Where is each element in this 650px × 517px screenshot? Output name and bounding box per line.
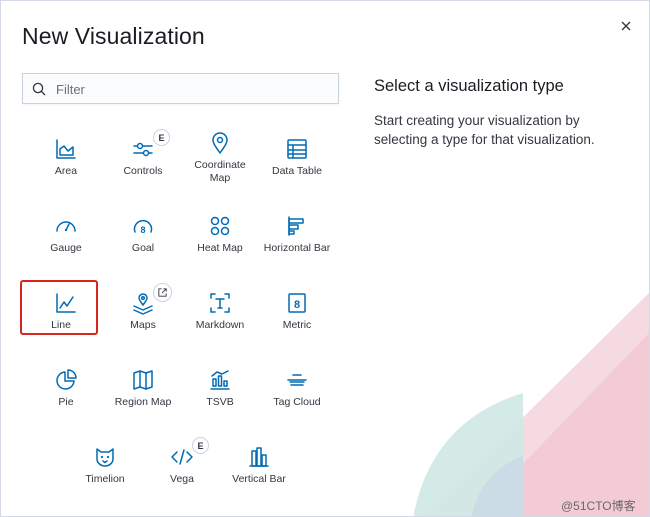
vis-type-gauge[interactable]: Gauge: [28, 208, 104, 274]
svg-text:8: 8: [140, 225, 145, 235]
svg-text:8: 8: [294, 299, 300, 311]
watermark: @51CTO博客: [561, 499, 636, 513]
controls-sliders-icon: [131, 137, 155, 161]
search-icon: [32, 82, 46, 96]
vertical-bar-icon: [247, 445, 271, 469]
area-chart-icon: [54, 137, 78, 161]
markdown-icon: [208, 291, 232, 315]
vis-type-heat-map[interactable]: Heat Map: [182, 208, 258, 274]
heat-map-icon: [208, 214, 232, 238]
vis-type-label: Tag Cloud: [273, 396, 321, 408]
maps-layers-icon: [131, 291, 155, 315]
vis-type-label: Metric: [282, 319, 312, 331]
vis-type-controls[interactable]: E Controls: [105, 129, 181, 197]
experimental-badge: E: [153, 129, 170, 146]
filter-search-field[interactable]: [22, 73, 339, 105]
vis-type-label: Horizontal Bar: [263, 242, 331, 254]
vis-type-label: Vertical Bar: [232, 473, 286, 485]
vis-type-timelion[interactable]: Timelion: [67, 439, 143, 505]
modal-title: New Visualization: [22, 23, 205, 49]
pie-chart-icon: [54, 368, 78, 392]
vis-type-vega[interactable]: E Vega: [144, 437, 220, 505]
vis-type-metric[interactable]: 8 Metric: [259, 285, 335, 351]
side-panel-description: Start creating your visualization by sel…: [374, 113, 595, 147]
close-icon: [621, 21, 631, 31]
vis-type-area[interactable]: Area: [28, 131, 104, 197]
vis-type-data-table[interactable]: Data Table: [259, 131, 335, 197]
table-icon: [285, 137, 309, 161]
vis-type-region-map[interactable]: Region Map: [105, 362, 181, 428]
metric-icon: 8: [285, 291, 309, 315]
gauge-icon: [54, 214, 78, 238]
map-marker-icon: [208, 131, 232, 155]
vis-type-vertical-bar[interactable]: Vertical Bar: [221, 439, 297, 505]
goal-icon: 8: [131, 214, 155, 238]
line-chart-icon: [54, 291, 78, 315]
horizontal-bar-icon: [285, 214, 309, 238]
vis-type-horizontal-bar[interactable]: Horizontal Bar: [259, 208, 335, 274]
vis-type-label: Data Table: [271, 165, 322, 177]
code-icon: [170, 445, 194, 469]
region-map-icon: [131, 368, 155, 392]
timelion-lion-icon: [93, 445, 117, 469]
tsvb-icon: [208, 368, 232, 392]
tag-cloud-icon: [285, 368, 309, 392]
vis-type-line-selected[interactable]: Line: [20, 280, 98, 335]
vis-type-markdown[interactable]: Markdown: [182, 285, 258, 351]
new-visualization-modal: New Visualization Select a visualization…: [0, 0, 650, 517]
vis-type-goal[interactable]: 8 Goal: [105, 208, 181, 274]
experimental-badge: E: [192, 437, 209, 454]
external-link-icon: [158, 288, 167, 297]
side-panel-title: Select a visualization type: [374, 77, 564, 95]
vis-type-tsvb[interactable]: TSVB: [182, 362, 258, 428]
vis-type-pie[interactable]: Pie: [28, 362, 104, 428]
filter-input[interactable]: [54, 74, 338, 105]
vis-type-coordinate-map[interactable]: Coordinate Map: [182, 131, 258, 197]
external-link-badge: [153, 283, 172, 302]
close-button[interactable]: [617, 17, 635, 35]
vis-type-tag-cloud[interactable]: Tag Cloud: [259, 362, 335, 428]
vis-type-maps[interactable]: Maps: [105, 283, 181, 351]
